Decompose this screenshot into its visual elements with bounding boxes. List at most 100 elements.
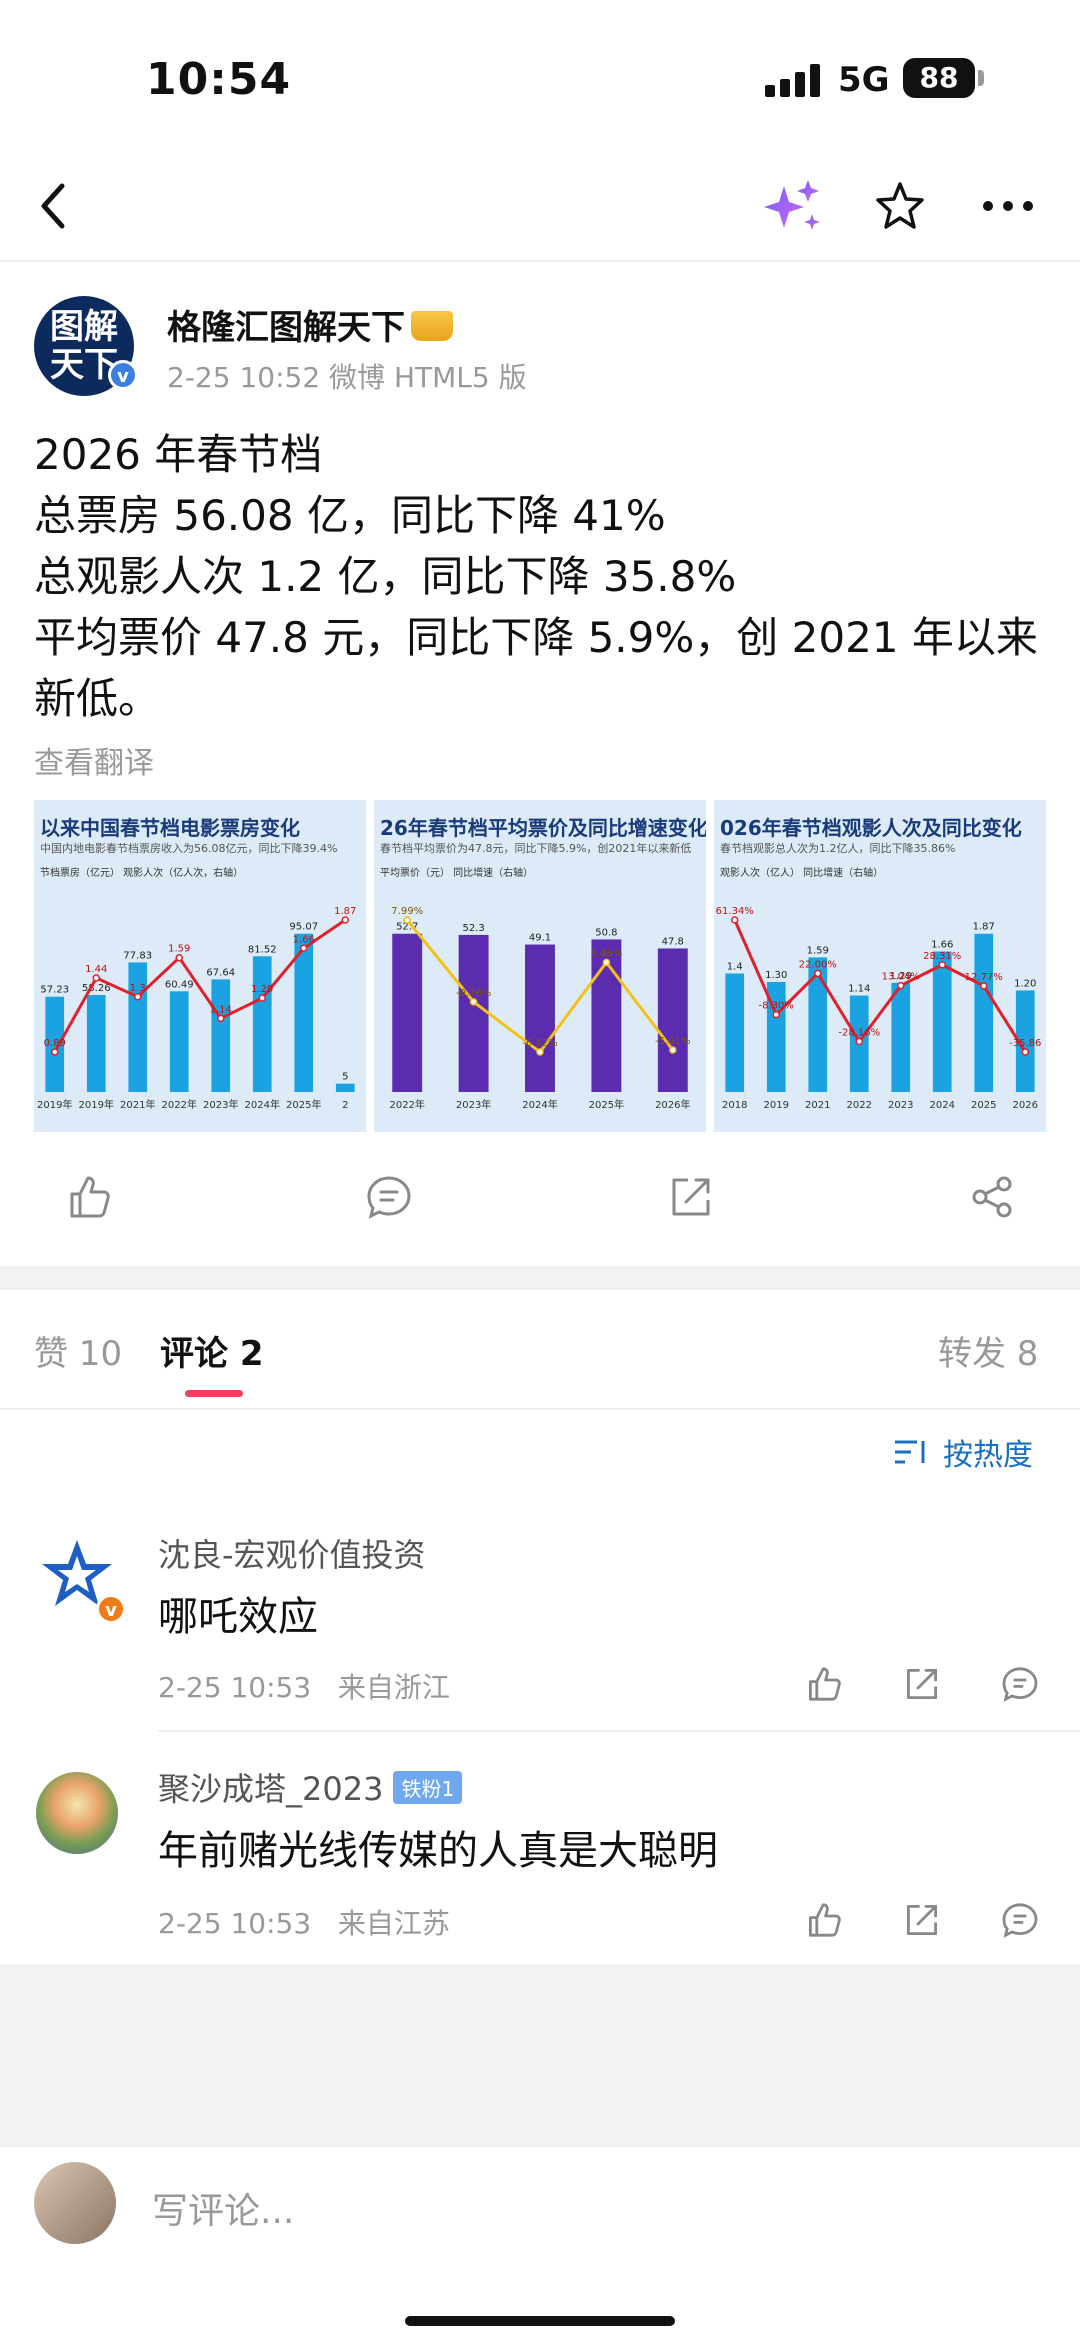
- x-tick-label: 2024: [930, 1100, 955, 1111]
- x-tick-label: 2019: [764, 1100, 789, 1111]
- x-tick-label: 2022年: [389, 1098, 424, 1111]
- bar-value-label: 1.14: [848, 984, 870, 995]
- line-value-label: 3.46%: [591, 948, 623, 959]
- comment-reply-button[interactable]: [1000, 1900, 1040, 1940]
- crown-icon: [411, 310, 453, 341]
- post-content: 2026 年春节档 总票房 56.08 亿，同比下降 41% 总观影人次 1.2…: [34, 424, 1046, 729]
- chart-bar: [211, 979, 231, 1092]
- line-value-label: 1.44: [85, 964, 107, 975]
- back-button[interactable]: [28, 178, 78, 234]
- post-image-1[interactable]: 以来中国春节档电影票房变化 中国内地电影春节档票房收入为56.08亿元，同比下降…: [34, 800, 366, 1132]
- line-point: [814, 969, 822, 978]
- bar-value-label: 60.49: [165, 979, 194, 990]
- comment-time: 2-25 10:53: [158, 1907, 312, 1940]
- line-point: [217, 1014, 225, 1023]
- content-line: 平均票价 47.8 元，同比下降 5.9%，创 2021 年以来: [34, 613, 1038, 662]
- share-button[interactable]: [968, 1172, 1018, 1222]
- network-label: 5G: [838, 60, 890, 100]
- repost-icon: [672, 1178, 710, 1216]
- image-chart: 平均票价（元） 同比增速（右轴）52.72022年52.32023年49.120…: [380, 866, 691, 1111]
- tab-reposts[interactable]: 转发 8: [938, 1326, 1038, 1375]
- bar-value-label: 77.83: [123, 950, 152, 961]
- x-tick-label: 2025年: [286, 1098, 321, 1111]
- x-tick-label: 2023: [888, 1100, 913, 1111]
- translate-link[interactable]: 查看翻译: [34, 738, 154, 782]
- comment-avatar[interactable]: [36, 1772, 118, 1854]
- line-point: [731, 916, 739, 924]
- line-value-label: 1.29: [251, 984, 273, 995]
- sort-icon: [895, 1440, 925, 1464]
- x-tick-label: 2026年: [655, 1098, 690, 1111]
- comment-divider: [158, 1730, 1080, 1732]
- line-value-label: -6.12%: [522, 1038, 557, 1049]
- star-icon: [876, 182, 924, 229]
- repost-icon: [907, 1905, 937, 1935]
- line-point: [300, 944, 308, 953]
- comment-like-button[interactable]: [804, 1900, 844, 1940]
- back-arrow-icon: [41, 183, 65, 229]
- tab-comments[interactable]: 评论 2: [160, 1326, 264, 1375]
- sort-button[interactable]: 按热度: [893, 1430, 1033, 1474]
- line-value-label: 61.34%: [716, 906, 754, 917]
- x-tick-label: 2024年: [245, 1098, 280, 1111]
- repost-button[interactable]: [666, 1172, 716, 1222]
- bar-value-label: 1.59: [807, 945, 829, 956]
- comment-repost-button[interactable]: [902, 1900, 942, 1940]
- x-tick-label: 2018: [722, 1100, 747, 1111]
- bar-value-label: 1.30: [765, 970, 787, 981]
- line-value-label: 1.59: [168, 944, 190, 955]
- signal-icon: [765, 63, 823, 97]
- content-line: 2026 年春节档: [34, 430, 323, 479]
- x-tick-label: 2019年: [37, 1098, 72, 1111]
- line-point: [175, 953, 183, 962]
- chart-bar: [891, 982, 911, 1092]
- chart-bar: [392, 933, 423, 1092]
- battery-tip: [978, 70, 984, 86]
- comment-text: 年前赌光线传媒的人真是大聪明: [158, 1828, 718, 1874]
- comment-like-button[interactable]: [804, 1664, 844, 1704]
- comment-input[interactable]: 写评论...: [152, 2182, 294, 2234]
- line-value-label: -5.91%: [655, 1036, 690, 1047]
- my-avatar: [34, 2162, 116, 2244]
- section-gap: [0, 1266, 1080, 1290]
- line-point: [51, 1048, 59, 1056]
- bar-value-label: 1.66: [931, 940, 953, 951]
- post-image-3[interactable]: 026年春节档观影人次及同比变化 春节档观影总人次为1.2亿人，同比下降35.8…: [714, 800, 1046, 1132]
- tab-likes[interactable]: 赞 10: [34, 1326, 122, 1375]
- comment-author-name: 聚沙成塔_2023: [158, 1770, 384, 1808]
- line-point: [341, 916, 349, 924]
- bar-value-label: 1.20: [1014, 978, 1036, 989]
- x-tick-label: 2021年: [120, 1098, 155, 1111]
- comment-reply-button[interactable]: [1000, 1664, 1040, 1704]
- comment-location: 来自江苏: [337, 1907, 450, 1940]
- line-point: [92, 974, 100, 982]
- comment-text: 哪吒效应: [158, 1594, 318, 1640]
- comment-author[interactable]: 聚沙成塔_2023 铁粉1: [158, 1764, 463, 1810]
- bar-value-label: 81.52: [248, 944, 277, 955]
- favorite-button[interactable]: [870, 176, 930, 236]
- ai-sparkle-button[interactable]: [758, 176, 828, 236]
- verified-badge: v: [108, 360, 138, 390]
- chart-bar: [974, 933, 994, 1092]
- image-subtitle: 中国内地电影春节档票房收入为56.08亿元，同比下降39.4%: [40, 842, 338, 855]
- author-name[interactable]: 格隆汇图解天下: [167, 300, 453, 349]
- chart-bar: [252, 956, 272, 1092]
- bar-value-label: 57.23: [40, 985, 69, 996]
- comment-button[interactable]: [364, 1172, 414, 1222]
- line-value-label: 1.66: [293, 934, 315, 945]
- comment-author[interactable]: 沈良-宏观价值投资: [158, 1530, 426, 1576]
- line-value-label: 1.3: [130, 983, 146, 994]
- comment-repost-button[interactable]: [902, 1664, 942, 1704]
- line-value-label: 0.89: [44, 1038, 66, 1049]
- more-button[interactable]: [978, 186, 1038, 226]
- chart-bar: [458, 934, 489, 1092]
- x-tick-label: 2021: [805, 1100, 830, 1111]
- x-tick-label: 2019年: [79, 1098, 114, 1111]
- more-icon: [983, 201, 1033, 211]
- status-time: 10:54: [146, 54, 292, 105]
- x-tick-label: 2: [342, 1100, 348, 1111]
- post-image-2[interactable]: 26年春节档平均票价及同比增速变化 春节档平均票价为47.8元，同比下降5.9%…: [374, 800, 706, 1132]
- like-button[interactable]: [64, 1172, 114, 1222]
- comment-location: 来自浙江: [337, 1671, 450, 1704]
- image-title: 026年春节档观影人次及同比变化: [720, 816, 1022, 840]
